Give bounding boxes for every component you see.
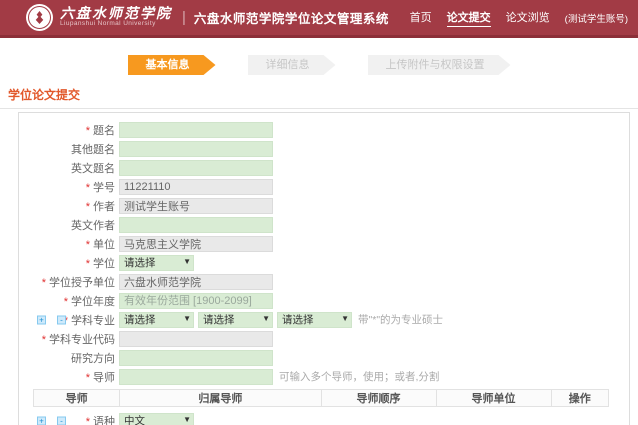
form-row-degree-grant-unit: *学位授予单位 [19, 272, 629, 291]
research-direction-label: 研究方向 [19, 350, 115, 366]
required-marker: * [86, 372, 90, 384]
header: 六盘水师范学院 Liupanshui Normal University | 六… [0, 0, 638, 38]
discipline-label: 学科专业 [71, 315, 115, 327]
supervisor-label: 导师 [93, 372, 115, 384]
supervisor-hint: 可输入多个导师，使用；或者,分割 [279, 369, 439, 384]
university-name-cn: 六盘水师范学院 [60, 7, 172, 22]
add-row-icon[interactable]: + [37, 416, 46, 425]
system-title: 六盘水师范学院学位论文管理系统 [194, 8, 389, 27]
remove-row-icon[interactable]: - [57, 416, 66, 425]
required-marker: * [86, 125, 90, 137]
step-upload-permission[interactable]: 上传附件与权限设置 [368, 55, 511, 75]
required-marker: * [86, 239, 90, 251]
page: 六盘水师范学院 Liupanshui Normal University | 六… [0, 0, 638, 425]
form-row-author: *作者 [19, 196, 629, 215]
col-supervisor: 导师 [34, 390, 120, 407]
required-marker: * [42, 334, 46, 346]
stepper: 基本信息 详细信息 上传附件与权限设置 [0, 55, 638, 75]
form-row-discipline: + - *学科专业 请选择▼ 请选择▼ 请选择▼ 带"*"的为专业硕士 [19, 310, 629, 329]
university-name-en: Liupanshui Normal University [60, 21, 172, 28]
form-row-title: *题名 [19, 120, 629, 139]
discipline-note: 带"*"的为专业硕士 [358, 312, 443, 327]
step-detail-info[interactable]: 详细信息 [248, 55, 336, 75]
form-row-english-author: 英文作者 [19, 215, 629, 234]
form-row-unit: *单位 [19, 234, 629, 253]
form-row-discipline-code: *学科专业代码 [19, 329, 629, 348]
thesis-form: *题名 其他题名 英文题名 *学号 *作者 英文作者 *单位 * [18, 112, 630, 425]
english-title-label: 英文题名 [19, 160, 115, 176]
supervisor-table-header-row: 导师 归属导师 导师顺序 导师单位 操作 [34, 390, 609, 407]
research-direction-input[interactable] [119, 350, 273, 366]
english-author-label: 英文作者 [19, 217, 115, 233]
header-nav: 首页 论文提交 论文浏览 (测试学生账号) [410, 9, 628, 27]
step-basic-info[interactable]: 基本信息 [128, 55, 216, 75]
col-supervisor-order: 导师顺序 [321, 390, 436, 407]
degree-grant-unit-input [119, 274, 273, 290]
degree-year-label: 学位年度 [71, 296, 115, 308]
nav-home[interactable]: 首页 [410, 9, 432, 26]
degree-year-input[interactable] [119, 293, 273, 309]
form-row-other-title: 其他题名 [19, 139, 629, 158]
university-name: 六盘水师范学院 Liupanshui Normal University [60, 7, 172, 29]
student-id-label: 学号 [93, 182, 115, 194]
required-marker: * [86, 182, 90, 194]
discipline-code-label: 学科专业代码 [49, 334, 115, 346]
discipline-select-2[interactable]: 请选择 [198, 312, 273, 328]
form-row-supervisor: *导师 可输入多个导师，使用；或者,分割 [19, 367, 629, 386]
supervisor-input[interactable] [119, 369, 273, 385]
author-label: 作者 [93, 201, 115, 213]
nav-thesis-submit[interactable]: 论文提交 [447, 9, 491, 27]
other-title-input[interactable] [119, 141, 273, 157]
required-marker: * [86, 258, 90, 270]
form-row-language: + - *语种 中文▼ [19, 411, 629, 425]
student-id-input [119, 179, 273, 195]
col-supervisor-unit: 导师单位 [436, 390, 551, 407]
section-title-bar: 学位论文提交 [0, 86, 638, 109]
header-divider: | [182, 9, 186, 26]
degree-grant-unit-label: 学位授予单位 [49, 277, 115, 289]
discipline-select-3[interactable]: 请选择 [277, 312, 352, 328]
degree-label: 学位 [93, 258, 115, 270]
col-belonging-supervisor: 归属导师 [120, 390, 321, 407]
form-row-degree-year: *学位年度 [19, 291, 629, 310]
remove-row-icon[interactable]: - [57, 315, 66, 324]
required-marker: * [42, 277, 46, 289]
col-operation: 操作 [551, 390, 609, 407]
supervisor-table: 导师 归属导师 导师顺序 导师单位 操作 [33, 389, 609, 407]
form-row-english-title: 英文题名 [19, 158, 629, 177]
language-select[interactable]: 中文 [119, 413, 194, 425]
title-input[interactable] [119, 122, 273, 138]
add-row-icon[interactable]: + [37, 315, 46, 324]
english-title-input[interactable] [119, 160, 273, 176]
discipline-select-1[interactable]: 请选择 [119, 312, 194, 328]
degree-select[interactable]: 请选择 [119, 255, 194, 271]
title-label: 题名 [93, 125, 115, 137]
discipline-code-input [119, 331, 273, 347]
page-title: 学位论文提交 [8, 88, 80, 102]
required-marker: * [64, 296, 68, 308]
english-author-input[interactable] [119, 217, 273, 233]
form-row-degree: *学位 请选择▼ [19, 253, 629, 272]
other-title-label: 其他题名 [19, 141, 115, 157]
unit-input [119, 236, 273, 252]
account-label: (测试学生账号) [565, 11, 628, 25]
university-logo-icon [26, 4, 53, 31]
author-input [119, 198, 273, 214]
form-row-research-direction: 研究方向 [19, 348, 629, 367]
unit-label: 单位 [93, 239, 115, 251]
nav-thesis-browse[interactable]: 论文浏览 [506, 9, 550, 26]
required-marker: * [86, 416, 90, 425]
form-row-student-id: *学号 [19, 177, 629, 196]
required-marker: * [86, 201, 90, 213]
language-label: 语种 [93, 416, 115, 425]
